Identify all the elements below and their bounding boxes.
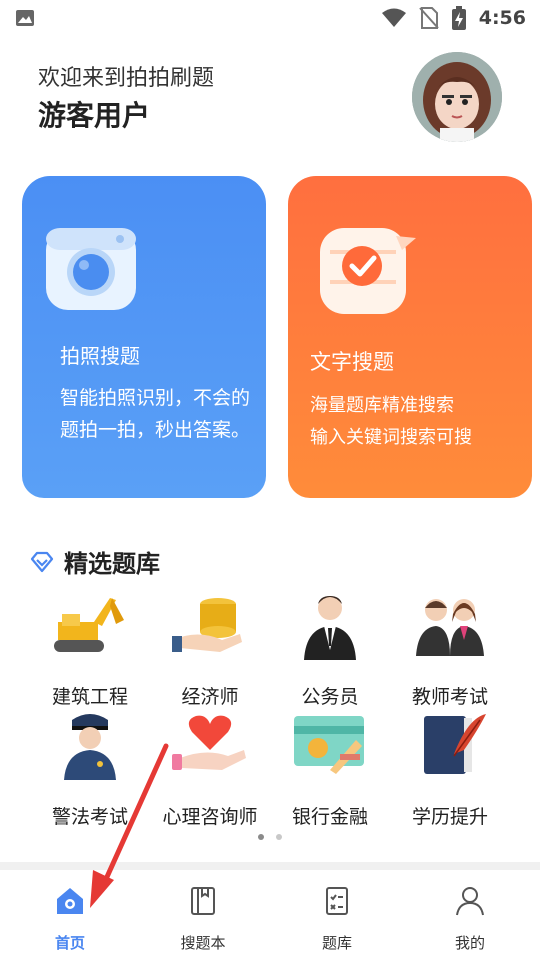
text-search-title: 文字搜题 — [310, 350, 394, 374]
diamond-icon — [30, 551, 54, 572]
page-dot[interactable] — [276, 834, 282, 840]
avatar-illustration-icon — [412, 52, 502, 142]
featured-section-header: 精选题库 — [30, 544, 160, 579]
home-icon — [57, 888, 83, 914]
no-sim-icon — [418, 7, 439, 29]
category-economist[interactable]: 经济师 — [150, 590, 270, 709]
text-search-desc-line2: 输入关键词搜索可搜 — [310, 427, 472, 448]
text-search-desc: 海量题库精准搜索 输入关键词搜索可搜 — [310, 390, 530, 454]
excavator-icon — [54, 598, 124, 652]
notebook-icon — [191, 887, 215, 915]
teachers-icon — [416, 599, 484, 656]
category-label: 公务员 — [301, 686, 359, 708]
text-search-card[interactable]: 文字搜题 海量题库精准搜索 输入关键词搜索可搜 — [288, 176, 532, 498]
checked-notebook-icon — [320, 228, 416, 314]
category-bank-finance[interactable]: 银行金融 — [270, 710, 390, 829]
checklist-icon — [326, 887, 348, 915]
tab-label: 题库 — [321, 934, 352, 952]
category-label: 建筑工程 — [51, 686, 128, 708]
page-indicator — [0, 834, 540, 840]
tab-home[interactable]: 首页 — [20, 884, 120, 953]
category-label: 学历提升 — [411, 806, 488, 828]
status-bar: 4:56 — [0, 0, 540, 36]
category-psychology[interactable]: 心理咨询师 — [150, 710, 270, 829]
category-label: 教师考试 — [411, 686, 488, 708]
coins-hand-icon — [172, 598, 242, 652]
heart-hand-icon — [172, 715, 246, 770]
category-construction[interactable]: 建筑工程 — [30, 590, 150, 709]
page-dot-active[interactable] — [258, 834, 264, 840]
divider — [0, 862, 540, 870]
book-quill-icon — [424, 714, 486, 774]
photo-search-card[interactable]: 拍照搜题 智能拍照识别，不会的题拍一拍，秒出答案。 — [22, 176, 266, 498]
bank-card-icon — [294, 716, 364, 774]
category-label: 警法考试 — [51, 806, 128, 828]
businessman-icon — [304, 596, 356, 660]
image-icon — [16, 10, 34, 26]
police-icon — [64, 714, 116, 780]
camera-icon — [46, 228, 136, 310]
battery-charging-icon — [451, 6, 466, 30]
category-label: 心理咨询师 — [162, 806, 258, 828]
tab-mine[interactable]: 我的 — [420, 884, 520, 953]
greeting-text: 欢迎来到拍拍刷题 — [38, 66, 215, 91]
category-civil-servant[interactable]: 公务员 — [270, 590, 390, 709]
section-title: 精选题库 — [64, 550, 160, 578]
category-label: 经济师 — [181, 686, 239, 708]
user-icon — [456, 887, 484, 916]
bottom-tab-bar: 首页 搜题本 题库 我的 — [0, 870, 540, 960]
tab-label: 首页 — [54, 934, 85, 952]
avatar[interactable] — [412, 52, 502, 142]
wifi-icon — [381, 8, 406, 27]
photo-search-desc: 智能拍照识别，不会的题拍一拍，秒出答案。 — [60, 387, 251, 441]
tab-question-bank[interactable]: 题库 — [287, 884, 387, 953]
tab-search-notebook[interactable]: 搜题本 — [153, 884, 253, 953]
text-search-desc-line1: 海量题库精准搜索 — [310, 395, 454, 416]
tab-label: 搜题本 — [180, 934, 226, 952]
status-time: 4:56 — [478, 7, 526, 29]
user-name: 游客用户 — [38, 99, 151, 132]
category-label: 银行金融 — [291, 806, 368, 828]
category-police-law[interactable]: 警法考试 — [30, 710, 150, 829]
photo-search-title: 拍照搜题 — [60, 344, 140, 368]
category-teacher[interactable]: 教师考试 — [390, 590, 510, 709]
category-education-upgrade[interactable]: 学历提升 — [390, 710, 510, 829]
tab-label: 我的 — [454, 934, 485, 952]
